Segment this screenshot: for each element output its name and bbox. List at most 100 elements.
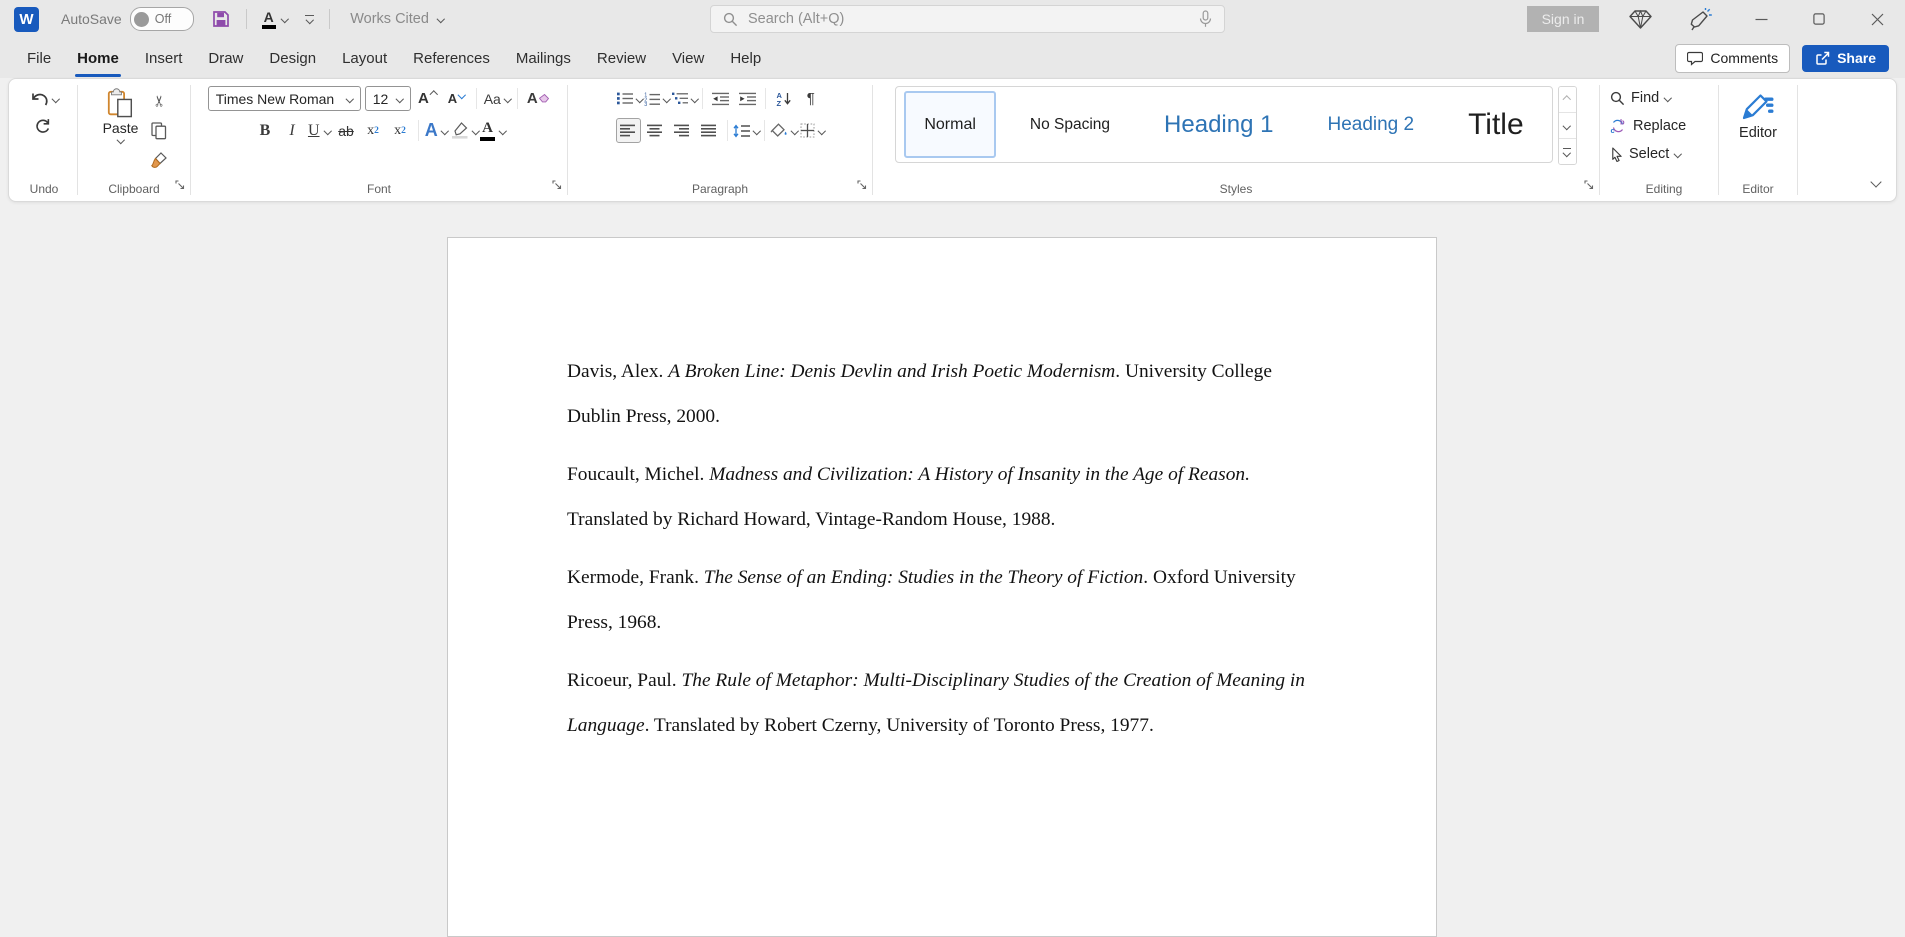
toggle-knob-icon	[134, 12, 149, 27]
sort-icon: AZ	[776, 91, 792, 106]
style-no-spacing[interactable]: No Spacing	[1010, 91, 1130, 158]
clipboard-group-label: Clipboard	[108, 182, 159, 201]
style-normal[interactable]: Normal	[904, 91, 996, 158]
premium-features-button[interactable]	[1623, 4, 1657, 34]
multilevel-list-button[interactable]	[672, 86, 698, 111]
tab-mailings[interactable]: Mailings	[503, 38, 584, 78]
titlebar-right-cluster: Sign in	[1527, 2, 1905, 36]
citation-paragraph[interactable]: Davis, Alex. A Broken Line: Denis Devlin…	[567, 349, 1323, 439]
autosave-toggle[interactable]: Off	[130, 7, 194, 31]
editor-button[interactable]: Editor	[1739, 86, 1777, 141]
maximize-button[interactable]	[1797, 2, 1841, 36]
microphone-icon[interactable]	[1199, 10, 1212, 28]
styles-scroll-up-button[interactable]	[1559, 87, 1576, 113]
align-left-button[interactable]	[616, 118, 641, 143]
quick-font-color-button[interactable]: A	[257, 6, 293, 32]
cut-button[interactable]: ✂	[146, 88, 171, 113]
chevron-down-icon	[791, 127, 799, 135]
comments-label: Comments	[1710, 50, 1778, 66]
borders-button[interactable]	[800, 118, 825, 143]
align-right-button[interactable]	[670, 118, 695, 143]
undo-button[interactable]	[30, 86, 59, 111]
font-color-button[interactable]: A	[480, 118, 506, 143]
font-dialog-launcher[interactable]	[552, 178, 563, 196]
undo-group: Undo	[11, 79, 77, 201]
font-size-select[interactable]: 12	[365, 86, 411, 111]
change-case-button[interactable]: Aa	[484, 86, 511, 111]
justify-button[interactable]	[697, 118, 722, 143]
bullets-button[interactable]	[617, 86, 643, 111]
citation-paragraph[interactable]: Foucault, Michel. Madness and Civilizati…	[567, 452, 1323, 542]
style-heading-2[interactable]: Heading 2	[1307, 91, 1434, 158]
citation-paragraph[interactable]: Ricoeur, Paul. The Rule of Metaphor: Mul…	[567, 658, 1323, 748]
minimize-button[interactable]	[1739, 2, 1783, 36]
close-button[interactable]	[1855, 2, 1899, 36]
superscript-button[interactable]: x2	[388, 118, 413, 143]
document-page[interactable]: Davis, Alex. A Broken Line: Denis Devlin…	[447, 237, 1437, 937]
tab-design[interactable]: Design	[256, 38, 329, 78]
bullet-list-icon	[617, 92, 633, 105]
tab-home[interactable]: Home	[64, 38, 132, 78]
word-app-icon[interactable]: W	[14, 7, 39, 32]
save-button[interactable]	[206, 6, 236, 32]
text-effects-icon: A	[425, 120, 438, 141]
tab-view[interactable]: View	[659, 38, 717, 78]
tab-review[interactable]: Review	[584, 38, 659, 78]
italic-button[interactable]: I	[280, 118, 305, 143]
paragraph-dialog-launcher[interactable]	[857, 178, 868, 196]
replace-button[interactable]: bc Replace	[1610, 114, 1686, 138]
highlight-color-button[interactable]	[451, 118, 479, 143]
tab-layout[interactable]: Layout	[329, 38, 400, 78]
styles-scroll-down-button[interactable]	[1559, 113, 1576, 139]
text-effects-button[interactable]: A	[424, 118, 449, 143]
format-painter-button[interactable]	[146, 148, 171, 173]
align-center-icon	[647, 124, 663, 137]
redo-button[interactable]	[30, 114, 55, 139]
tab-help[interactable]: Help	[717, 38, 774, 78]
customize-quick-access-button[interactable]	[300, 6, 319, 32]
line-spacing-button[interactable]	[733, 118, 760, 143]
document-title-control[interactable]: Works Cited	[350, 11, 443, 27]
customize-toolbar-icon	[305, 15, 314, 23]
search-input[interactable]: Search (Alt+Q)	[710, 5, 1225, 33]
pilcrow-icon: ¶	[807, 90, 815, 107]
subscript-button[interactable]: x2	[361, 118, 386, 143]
font-name-select[interactable]: Times New Roman	[208, 86, 361, 111]
citation-paragraph[interactable]: Kermode, Frank. The Sense of an Ending: …	[567, 555, 1323, 645]
decrease-indent-button[interactable]	[708, 86, 733, 111]
styles-dialog-launcher[interactable]	[1584, 178, 1595, 196]
tab-references[interactable]: References	[400, 38, 503, 78]
share-button[interactable]: Share	[1802, 45, 1889, 72]
shrink-font-button[interactable]: A	[444, 86, 469, 111]
clear-formatting-button[interactable]: A	[525, 86, 550, 111]
tab-insert[interactable]: Insert	[132, 38, 196, 78]
comments-button[interactable]: Comments	[1675, 44, 1790, 73]
sign-in-button[interactable]: Sign in	[1527, 6, 1599, 32]
numbering-button[interactable]: 123	[644, 86, 670, 111]
sort-button[interactable]: AZ	[771, 86, 796, 111]
copy-button[interactable]	[146, 118, 171, 143]
clipboard-dialog-launcher[interactable]	[175, 178, 186, 196]
increase-indent-button[interactable]	[735, 86, 760, 111]
shading-button[interactable]	[770, 118, 798, 143]
font-color-icon: A	[480, 121, 495, 141]
feedback-button[interactable]	[1683, 4, 1717, 34]
tab-file[interactable]: File	[14, 38, 64, 78]
paste-button[interactable]: Paste	[97, 86, 145, 173]
tab-draw[interactable]: Draw	[195, 38, 256, 78]
style-title[interactable]: Title	[1448, 91, 1544, 158]
chevron-down-icon	[752, 127, 760, 135]
bold-button[interactable]: B	[253, 118, 278, 143]
find-button[interactable]: Find	[1610, 86, 1686, 110]
collapse-ribbon-button[interactable]	[1872, 173, 1880, 191]
underline-button[interactable]: U	[307, 118, 332, 143]
select-button[interactable]: Select	[1610, 142, 1686, 166]
strikethrough-button[interactable]: ab	[334, 118, 359, 143]
citation-title-italic: Madness and Civilization: A History of I…	[709, 464, 1250, 485]
citations-container[interactable]: Davis, Alex. A Broken Line: Denis Devlin…	[448, 238, 1436, 748]
align-center-button[interactable]	[643, 118, 668, 143]
grow-font-button[interactable]: A	[415, 86, 440, 111]
show-paragraph-marks-button[interactable]: ¶	[798, 86, 823, 111]
style-heading-1[interactable]: Heading 1	[1144, 91, 1293, 158]
styles-gallery-expand-button[interactable]	[1559, 139, 1576, 164]
